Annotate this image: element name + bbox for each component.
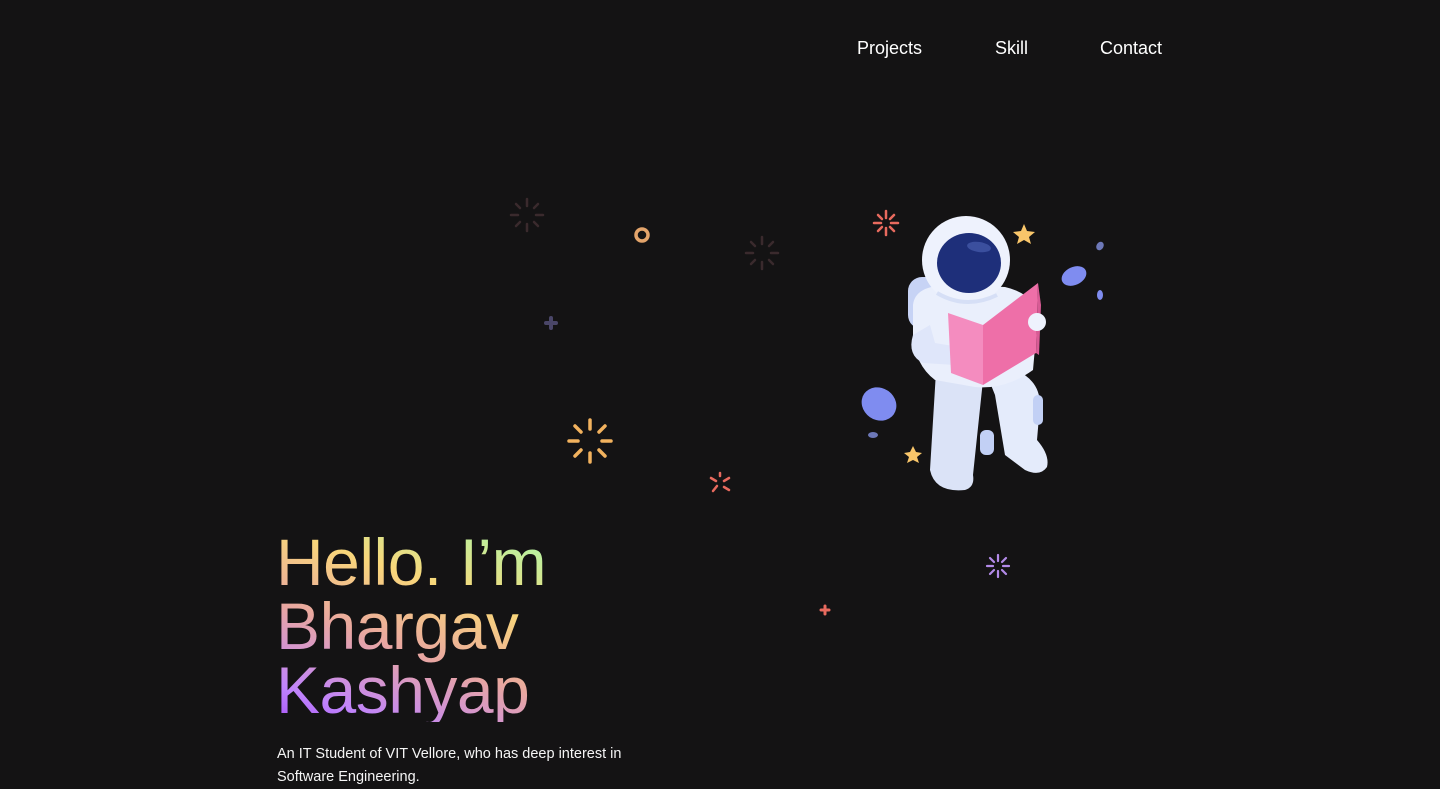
nav-contact-link[interactable]: Contact (1100, 36, 1162, 60)
hero-tagline: An IT Student of VIT Vellore, who has de… (277, 746, 622, 785)
sparkle-icon (709, 471, 731, 493)
nav-projects-link[interactable]: Projects (857, 36, 922, 60)
plus-icon (544, 316, 558, 330)
astronaut-reading-book-icon (861, 209, 1104, 491)
sparkle-icon (509, 197, 545, 233)
sparkle-icon (567, 418, 613, 464)
hero-title: Hello. I’m Bhargav Kashyap (276, 530, 616, 722)
hero-title-line: Kashyap (276, 653, 530, 727)
hero-title-line: Hello. I’m (276, 525, 547, 599)
portfolio-page: Projects Skill Contact Hello. I’m Bharga… (0, 0, 1440, 789)
nav-skill-link[interactable]: Skill (995, 36, 1028, 60)
sparkle-icon (744, 235, 780, 271)
ring-icon (634, 227, 650, 243)
sparkle-icon (985, 553, 1011, 579)
plus-icon (819, 604, 831, 616)
hero-title-line: Bhargav (276, 589, 519, 663)
